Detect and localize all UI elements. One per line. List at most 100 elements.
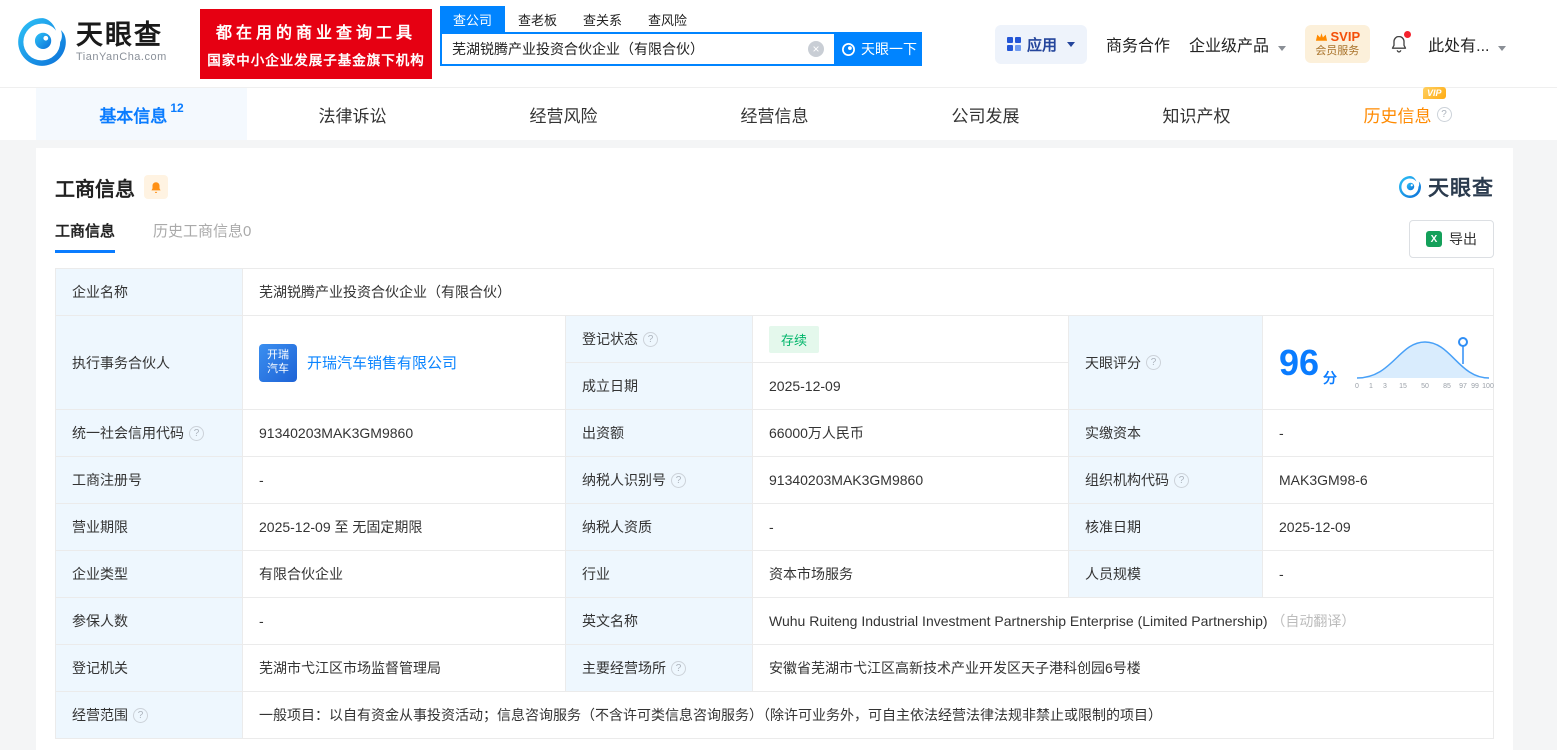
svg-text:97: 97: [1459, 383, 1467, 390]
company-type-value: 有限合伙企业: [242, 550, 566, 598]
tab-operation-info[interactable]: 经营信息: [669, 88, 880, 140]
field-label: 组织机构代码?: [1068, 456, 1263, 504]
clear-search-icon[interactable]: ×: [808, 41, 824, 57]
tab-operation-risk[interactable]: 经营风险: [458, 88, 669, 140]
address-label: 主要经营场所: [582, 660, 666, 676]
help-icon[interactable]: ?: [671, 660, 686, 676]
tab-basic-info[interactable]: 基本信息 12: [36, 88, 247, 140]
brand-logo[interactable]: 天眼查 TianYanCha.com: [16, 16, 167, 68]
help-icon[interactable]: ?: [643, 331, 658, 347]
brand-name: 天眼查: [76, 20, 163, 51]
taxpayer-quality-value: -: [752, 503, 1069, 551]
header-right-menu: 应用 商务合作 企业级产品 SVIP 会员服务 此处有...: [995, 0, 1506, 88]
business-term-value: 2025-12-09 至 无固定期限: [242, 503, 566, 551]
partner-logo-line1: 开瑞: [267, 348, 289, 361]
business-info-card: 工商信息 天眼查 工商信息 历史工商信息0 X 导出 企业名称 芜湖锐腾产业投资…: [36, 148, 1513, 750]
field-label: 人员规模: [1068, 550, 1263, 598]
business-scope-label: 经营范围: [72, 707, 128, 723]
promo-banner: 都在用的商业查询工具 国家中小企业发展子基金旗下机构: [200, 9, 432, 79]
notifications-bell-button[interactable]: [1389, 31, 1412, 55]
svg-text:99: 99: [1471, 383, 1479, 390]
help-icon[interactable]: ?: [671, 472, 686, 488]
subtab-business-info[interactable]: 工商信息: [55, 220, 116, 253]
field-label: 统一社会信用代码?: [55, 409, 243, 457]
partner-logo-line2: 汽车: [267, 362, 289, 375]
user-account-menu[interactable]: 此处有...: [1428, 32, 1506, 56]
watermark-brand-name: 天眼查: [1428, 177, 1494, 200]
user-account-label: 此处有...: [1428, 38, 1490, 55]
score-unit: 分: [1323, 369, 1338, 386]
business-cooperation-link[interactable]: 商务合作: [1106, 32, 1170, 56]
insured-count-value: -: [242, 597, 566, 645]
enterprise-products-link[interactable]: 企业级产品: [1189, 32, 1286, 56]
field-label: 出资额: [565, 409, 753, 457]
registry-value: 芜湖市弋江区市场监督管理局: [242, 644, 566, 692]
field-label: 参保人数: [55, 597, 243, 645]
tab-intellectual-property[interactable]: 知识产权: [1091, 88, 1302, 140]
chevron-down-icon: [1277, 46, 1286, 51]
paid-capital-value: -: [1262, 409, 1494, 457]
promo-line2: 国家中小企业发展子基金旗下机构: [207, 53, 425, 68]
tianyancha-logo-icon: [18, 18, 66, 66]
status-badge: 存续: [769, 325, 820, 353]
table-row: 企业类型 有限合伙企业 行业 资本市场服务 人员规模 -: [55, 550, 1494, 598]
partner-company-logo[interactable]: 开瑞 汽车: [259, 343, 297, 382]
top-header: 天眼查 TianYanCha.com 都在用的商业查询工具 国家中小企业发展子基…: [0, 0, 1557, 88]
subtab-history-business-info[interactable]: 历史工商信息0: [153, 220, 251, 253]
search-tab-risk[interactable]: 查风险: [635, 6, 700, 32]
help-icon[interactable]: ?: [189, 425, 204, 441]
help-icon[interactable]: ?: [1174, 472, 1189, 488]
org-code-label: 组织机构代码: [1085, 472, 1169, 488]
svip-label: SVIP: [1330, 29, 1361, 44]
tianyancha-logo-icon: [1399, 176, 1421, 198]
enterprise-products-label: 企业级产品: [1189, 38, 1270, 55]
company-section-tabs: 基本信息 12 法律诉讼 经营风险 经营信息 公司发展 知识产权 历史信息 VI…: [0, 86, 1557, 140]
help-icon[interactable]: ?: [1146, 355, 1161, 370]
apps-menu-button[interactable]: 应用: [995, 24, 1088, 64]
field-label: 企业类型: [55, 550, 243, 598]
status-label: 登记状态: [582, 331, 638, 347]
table-row: 登记机关 芜湖市弋江区市场监督管理局 主要经营场所? 安徽省芜湖市弋江区高新技术…: [55, 644, 1494, 692]
field-label: 实缴资本: [1068, 409, 1263, 457]
auto-translate-note: （自动翻译）: [1271, 613, 1356, 629]
notification-dot: [1404, 31, 1412, 38]
partner-company-link[interactable]: 开瑞汽车销售有限公司: [307, 352, 457, 373]
tab-legal-litigation[interactable]: 法律诉讼: [247, 88, 458, 140]
subscribe-bell-button[interactable]: [144, 175, 168, 199]
search-area: 查公司 查老板 查关系 查风险 × 天眼一下: [440, 6, 922, 66]
table-row: 执行事务合伙人 开瑞 汽车 开瑞汽车销售有限公司 登记状态? 存续 天眼评分?: [55, 315, 1494, 410]
bell-icon: [151, 181, 161, 193]
score-label: 天眼评分: [1085, 354, 1141, 371]
field-label: 营业期限: [55, 503, 243, 551]
export-button[interactable]: X 导出: [1409, 220, 1494, 258]
section-title: 工商信息: [55, 178, 135, 201]
field-label: 登记机关: [55, 644, 243, 692]
brand-domain: TianYanCha.com: [76, 50, 167, 63]
search-button-label: 天眼一下: [861, 41, 917, 57]
english-name-value: Wuhu Ruiteng Industrial Investment Partn…: [769, 613, 1268, 629]
svg-text:85: 85: [1443, 383, 1451, 390]
svg-text:3: 3: [1383, 383, 1387, 390]
table-row: 企业名称 芜湖锐腾产业投资合伙企业（有限合伙）: [55, 268, 1494, 316]
executive-partner-cell: 开瑞 汽车 开瑞汽车销售有限公司: [242, 315, 566, 410]
field-label: 纳税人资质: [565, 503, 753, 551]
company-name-value: 芜湖锐腾产业投资合伙企业（有限合伙）: [242, 268, 1494, 316]
industry-value: 资本市场服务: [752, 550, 1069, 598]
tab-company-development[interactable]: 公司发展: [880, 88, 1091, 140]
member-service-label: 会员服务: [1315, 45, 1360, 58]
search-input[interactable]: [452, 41, 808, 57]
chevron-down-icon: [1497, 46, 1506, 51]
score-curve-chart: 0 1 3 15 50 85 97 99 100: [1355, 336, 1494, 390]
search-tab-boss[interactable]: 查老板: [505, 6, 570, 32]
tab-history-info[interactable]: 历史信息 VIP ?: [1302, 86, 1513, 140]
search-tab-company[interactable]: 查公司: [440, 6, 506, 32]
business-scope-value: 一般项目：以自有资金从事投资活动；信息咨询服务（不含许可类信息咨询服务）（除许可…: [242, 691, 1494, 739]
help-icon[interactable]: ?: [133, 707, 148, 723]
search-button[interactable]: 天眼一下: [836, 32, 922, 66]
svip-member-button[interactable]: SVIP 会员服务: [1304, 25, 1371, 63]
field-label: 纳税人识别号?: [565, 456, 753, 504]
search-tab-relation[interactable]: 查关系: [570, 6, 635, 32]
help-icon[interactable]: ?: [1436, 106, 1452, 122]
table-row: 统一社会信用代码? 91340203MAK3GM9860 出资额 66000万人…: [55, 409, 1494, 457]
export-button-label: 导出: [1449, 231, 1477, 247]
